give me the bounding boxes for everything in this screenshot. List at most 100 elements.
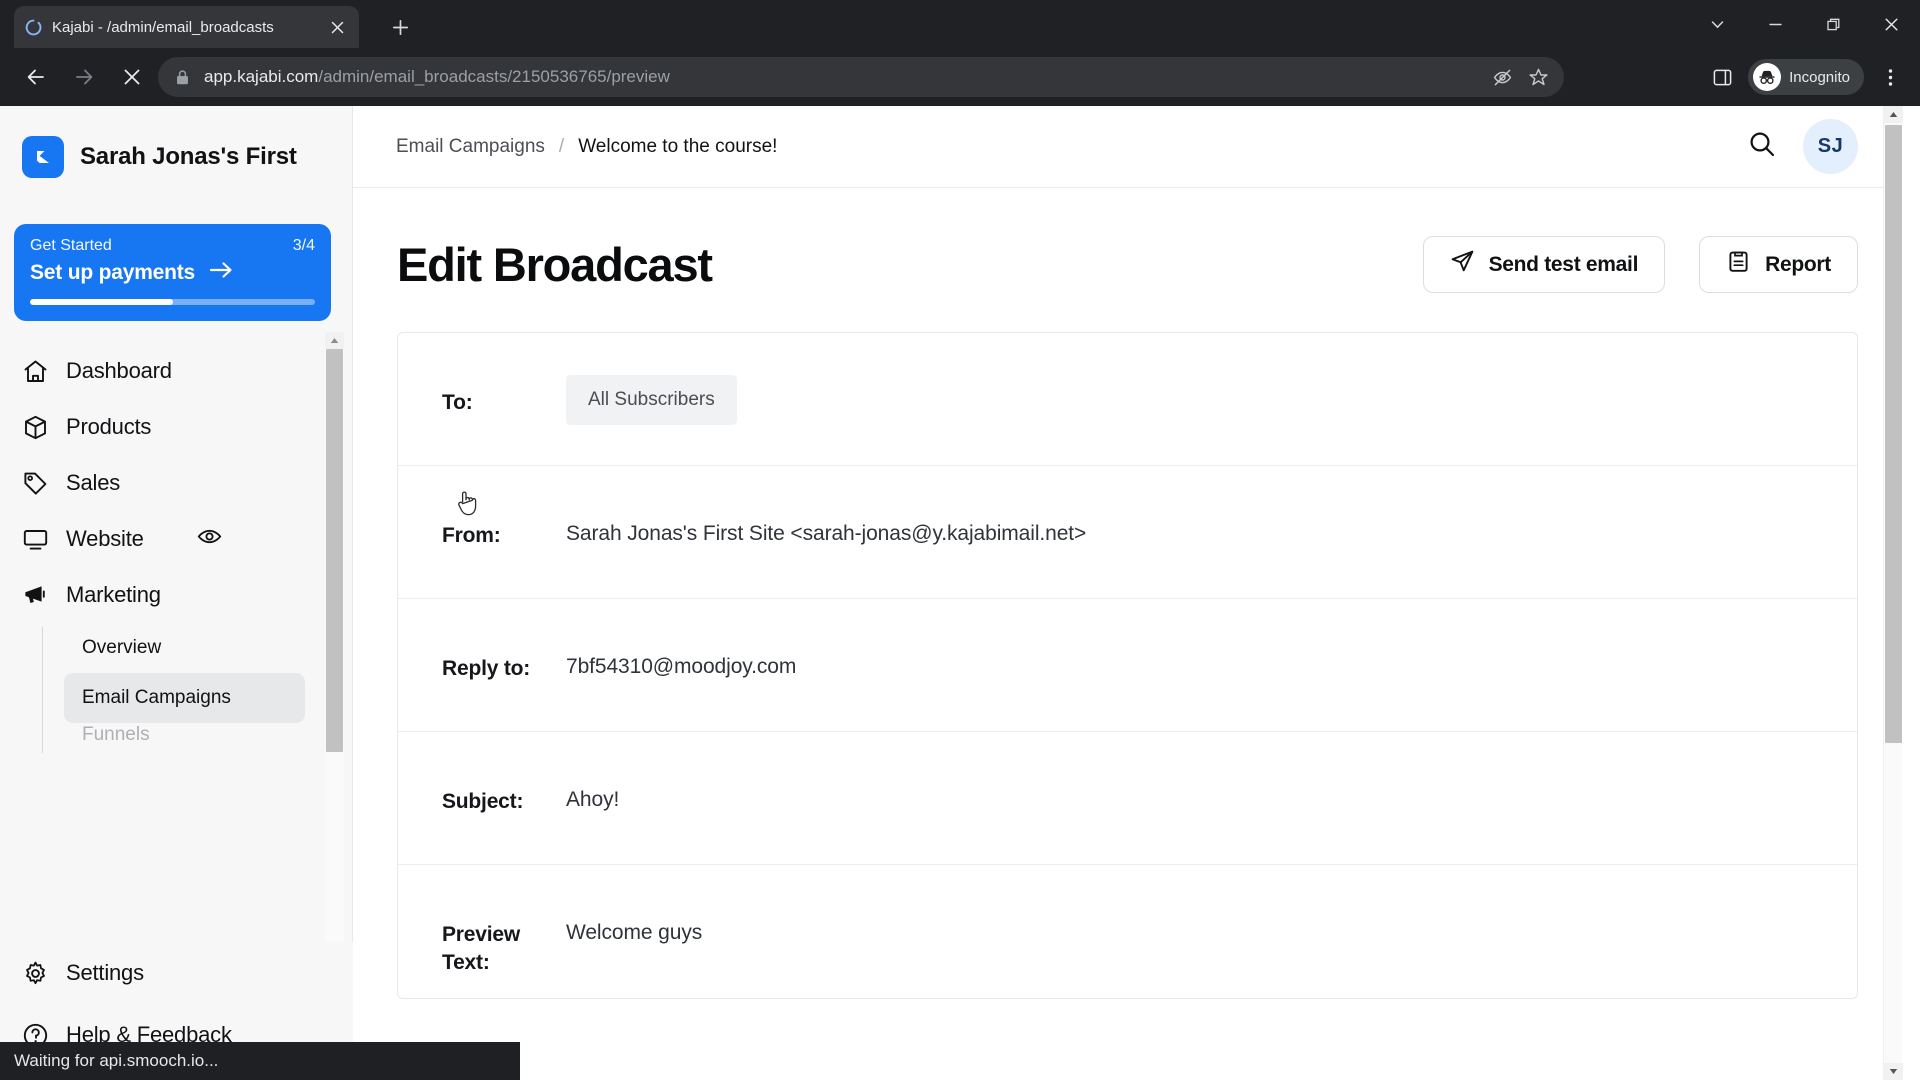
sidebar-subitem-email-campaigns[interactable]: Email Campaigns [64,673,305,723]
address-bar-actions [1486,61,1554,93]
eye-icon[interactable] [196,523,223,555]
avatar[interactable]: SJ [1803,119,1858,174]
toolbar-right-actions: Incognito [1702,57,1910,97]
sidebar-nav-scroll-area: Get Started 3/4 Set up payments Dashboar… [0,224,353,996]
get-started-card[interactable]: Get Started 3/4 Set up payments [14,224,331,321]
recipients-chip[interactable]: All Subscribers [566,375,737,425]
sidebar-subitem-label: Overview [82,637,162,658]
home-icon [22,358,56,385]
incognito-label: Incognito [1789,68,1850,86]
sidebar-scrollbar-thumb[interactable] [326,349,343,752]
field-row-subject: Subject: Ahoy! [398,732,1857,865]
browser-tab[interactable]: Kajabi - /admin/email_broadcasts [14,6,359,48]
url-domain: app.kajabi.com [204,67,319,86]
sidebar-subitem-funnels[interactable]: Funnels [64,723,305,747]
forward-button[interactable] [66,59,102,95]
arrow-right-icon [209,260,233,285]
get-started-progress-fill [30,299,173,305]
window-controls [1688,0,1920,48]
page-title: Edit Broadcast [397,238,713,291]
window-restore-icon[interactable] [1804,0,1862,48]
kajabi-logo-icon [22,136,64,178]
sidebar-item-marketing[interactable]: Marketing [0,567,353,623]
field-row-to: To: All Subscribers [398,333,1857,466]
get-started-cta-label: Set up payments [30,260,196,284]
megaphone-icon [22,582,56,609]
tag-icon [22,470,56,497]
bookmark-star-icon[interactable] [1522,61,1554,93]
paper-plane-icon [1450,249,1475,280]
sidebar-item-dashboard[interactable]: Dashboard [0,343,353,399]
browser-menu-kebab-icon[interactable] [1870,57,1910,97]
field-value: Ahoy! [566,788,620,811]
breadcrumb-parent-link[interactable]: Email Campaigns [396,136,545,158]
browser-chrome: Kajabi - /admin/email_broadcasts app.kaj… [0,0,1920,106]
sidebar-nav-list: Dashboard Products Sales Website Marketi… [0,343,353,753]
eye-slash-icon[interactable] [1486,61,1518,93]
field-row-reply-to: Reply to: 7bf54310@moodjoy.com [398,599,1857,732]
field-row-from: From: Sarah Jonas's First Site <sarah-jo… [398,466,1857,599]
sidebar-subitem-label: Email Campaigns [82,687,231,708]
browser-toolbar: app.kajabi.com/admin/email_broadcasts/21… [0,48,1920,106]
main-scrollbar[interactable] [1883,106,1903,1080]
sidebar-item-label: Settings [66,960,144,985]
tab-strip: Kajabi - /admin/email_broadcasts [0,0,1920,48]
breadcrumb: Email Campaigns / Welcome to the course! [396,136,777,158]
sidebar-item-products[interactable]: Products [0,399,353,455]
field-label: From: [442,524,501,547]
field-label: Reply to: [442,657,531,680]
breadcrumb-current: Welcome to the course! [578,135,778,157]
field-value: Sarah Jonas's First Site <sarah-jonas@y.… [566,522,1087,545]
field-row-preview-text: Preview Text: Welcome guys [398,865,1857,998]
sidebar-item-settings[interactable]: Settings [0,942,353,1004]
monitor-icon [22,526,56,553]
field-value: 7bf54310@moodjoy.com [566,655,797,678]
sidebar-scroll-up-arrow[interactable] [325,332,344,349]
page-viewport: Sarah Jonas's First Get Started 3/4 Set … [0,106,1920,1080]
field-label: Preview Text: [442,923,520,975]
side-panel-icon[interactable] [1702,57,1742,97]
send-test-email-button[interactable]: Send test email [1422,236,1666,293]
gear-icon [22,960,56,987]
stop-loading-button[interactable] [114,59,150,95]
window-close-icon[interactable] [1862,0,1920,48]
sidebar: Sarah Jonas's First Get Started 3/4 Set … [0,106,353,1080]
tab-close-icon[interactable] [325,15,349,39]
get-started-cta[interactable]: Set up payments [30,260,315,285]
search-icon[interactable] [1747,129,1777,164]
send-test-email-label: Send test email [1488,252,1639,276]
lock-icon [172,67,192,87]
main-topbar: Email Campaigns / Welcome to the course!… [353,106,1902,188]
sidebar-subitem-label: Funnels [82,724,150,745]
page-header: Edit Broadcast Send test email Report [353,188,1902,293]
sidebar-item-label: Marketing [66,582,161,607]
main-scrollbar-thumb[interactable] [1885,125,1902,743]
tab-search-chevron-down-icon[interactable] [1688,0,1746,48]
breadcrumb-separator: / [558,135,565,157]
brand-name: Sarah Jonas's First [80,143,297,170]
status-bar-text: Waiting for api.smooch.io... [14,1051,219,1070]
report-button[interactable]: Report [1699,236,1858,293]
sidebar-item-website[interactable]: Website [0,511,353,567]
get-started-progress-track [30,299,315,305]
main-scroll-up-arrow[interactable] [1884,106,1903,123]
sidebar-item-sales[interactable]: Sales [0,455,353,511]
report-label: Report [1765,252,1831,276]
new-tab-button[interactable] [385,12,415,42]
browser-tab-title: Kajabi - /admin/email_broadcasts [52,18,274,36]
field-label: To: [442,391,473,414]
back-button[interactable] [18,59,54,95]
main-scroll-down-arrow[interactable] [1884,1063,1903,1080]
incognito-hat-glasses-icon [1753,63,1782,91]
address-bar[interactable]: app.kajabi.com/admin/email_broadcasts/21… [158,57,1564,97]
sidebar-subitem-overview[interactable]: Overview [64,623,305,673]
browser-status-bar: Waiting for api.smooch.io... [0,1042,520,1080]
window-minimize-icon[interactable] [1746,0,1804,48]
field-value: Welcome guys [566,921,703,944]
incognito-indicator[interactable]: Incognito [1748,59,1864,95]
kajabi-loading-spinner-icon [24,18,42,36]
clipboard-icon [1726,249,1751,280]
brand-header[interactable]: Sarah Jonas's First [0,106,352,184]
address-bar-url: app.kajabi.com/admin/email_broadcasts/21… [204,67,670,87]
sidebar-scrollbar[interactable] [325,332,344,996]
